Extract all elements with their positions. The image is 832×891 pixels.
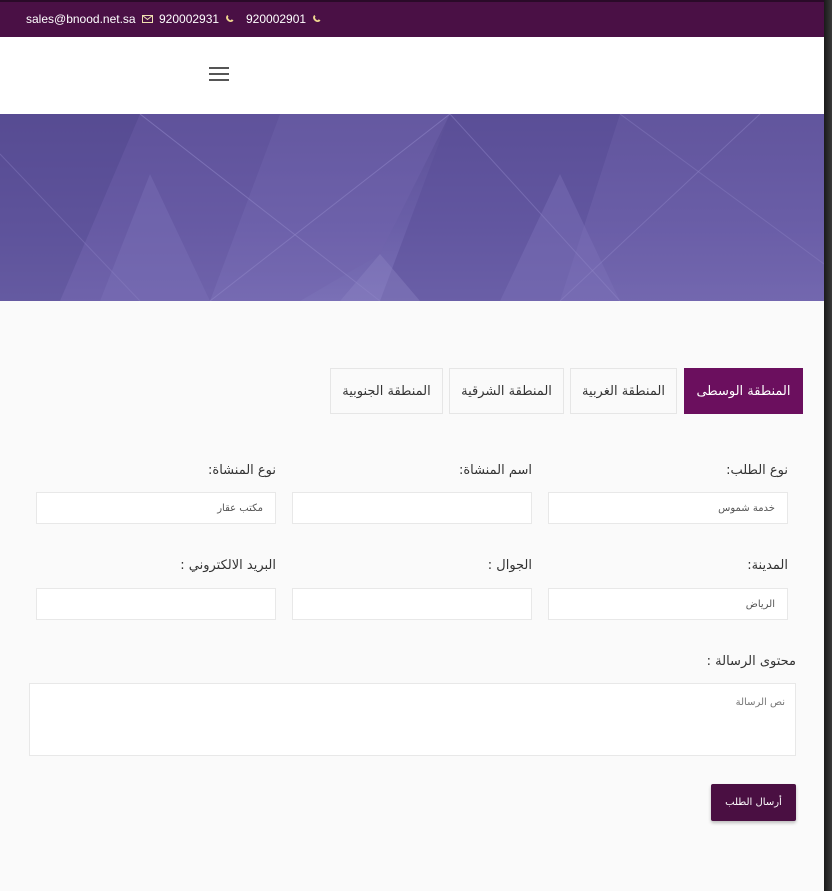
hamburger-menu-icon[interactable] bbox=[209, 67, 229, 81]
message-placeholder: نص الرسالة bbox=[735, 697, 785, 708]
facility-name-label: اسم المنشاة: bbox=[458, 463, 532, 478]
facility-type-label: نوع المنشاة: bbox=[208, 463, 276, 478]
email-contact[interactable]: sales@bnood.net.sa bbox=[26, 12, 153, 26]
top-contact-bar: sales@bnood.net.sa 920002931 920002901 bbox=[0, 0, 824, 37]
tab-eastern-region[interactable]: المنطقة الشرقية bbox=[449, 368, 564, 414]
facility-type-field[interactable]: مكتب عقار bbox=[36, 492, 276, 524]
phone-text-1[interactable]: 920002931 bbox=[159, 12, 219, 26]
envelope-icon bbox=[141, 15, 153, 23]
submit-request-button[interactable]: أرسال الطلب bbox=[711, 784, 796, 821]
city-field[interactable]: الرياض bbox=[548, 588, 788, 620]
window-edge bbox=[824, 0, 832, 891]
phone-text-2[interactable]: 920002901 bbox=[246, 12, 306, 26]
tab-southern-region[interactable]: المنطقة الجنوبية bbox=[330, 368, 443, 414]
site-header bbox=[0, 37, 824, 114]
phone-contact-2[interactable]: 920002901 bbox=[246, 12, 322, 26]
page: sales@bnood.net.sa 920002931 920002901 ا… bbox=[0, 0, 824, 891]
facility-name-field[interactable] bbox=[292, 492, 532, 524]
mobile-label: الجوال : bbox=[487, 558, 532, 573]
email-field[interactable] bbox=[36, 588, 276, 620]
tab-central-region[interactable]: المنطقة الوسطى bbox=[684, 368, 803, 414]
request-type-field[interactable]: خدمة شموس bbox=[548, 492, 788, 524]
phone-icon bbox=[226, 15, 234, 22]
city-label: المدينة: bbox=[747, 558, 788, 573]
phone-contact-1[interactable]: 920002931 bbox=[159, 12, 235, 26]
tab-label: المنطقة الغربية bbox=[582, 383, 665, 399]
message-textarea[interactable]: نص الرسالة bbox=[29, 683, 796, 756]
tab-western-region[interactable]: المنطقة الغربية bbox=[570, 368, 677, 414]
email-label: البريد الالكتروني : bbox=[180, 558, 276, 573]
phone-icon bbox=[313, 15, 321, 22]
request-type-label: نوع الطلب: bbox=[726, 463, 788, 478]
email-text[interactable]: sales@bnood.net.sa bbox=[26, 12, 136, 26]
tab-label: المنطقة الشرقية bbox=[461, 383, 552, 399]
mobile-field[interactable] bbox=[292, 588, 532, 620]
banner-pattern bbox=[0, 114, 824, 301]
tab-label: المنطقة الجنوبية bbox=[342, 383, 431, 399]
message-label: محتوى الرسالة : bbox=[706, 654, 796, 669]
tab-label: المنطقة الوسطى bbox=[696, 383, 791, 399]
hero-banner bbox=[0, 114, 824, 301]
